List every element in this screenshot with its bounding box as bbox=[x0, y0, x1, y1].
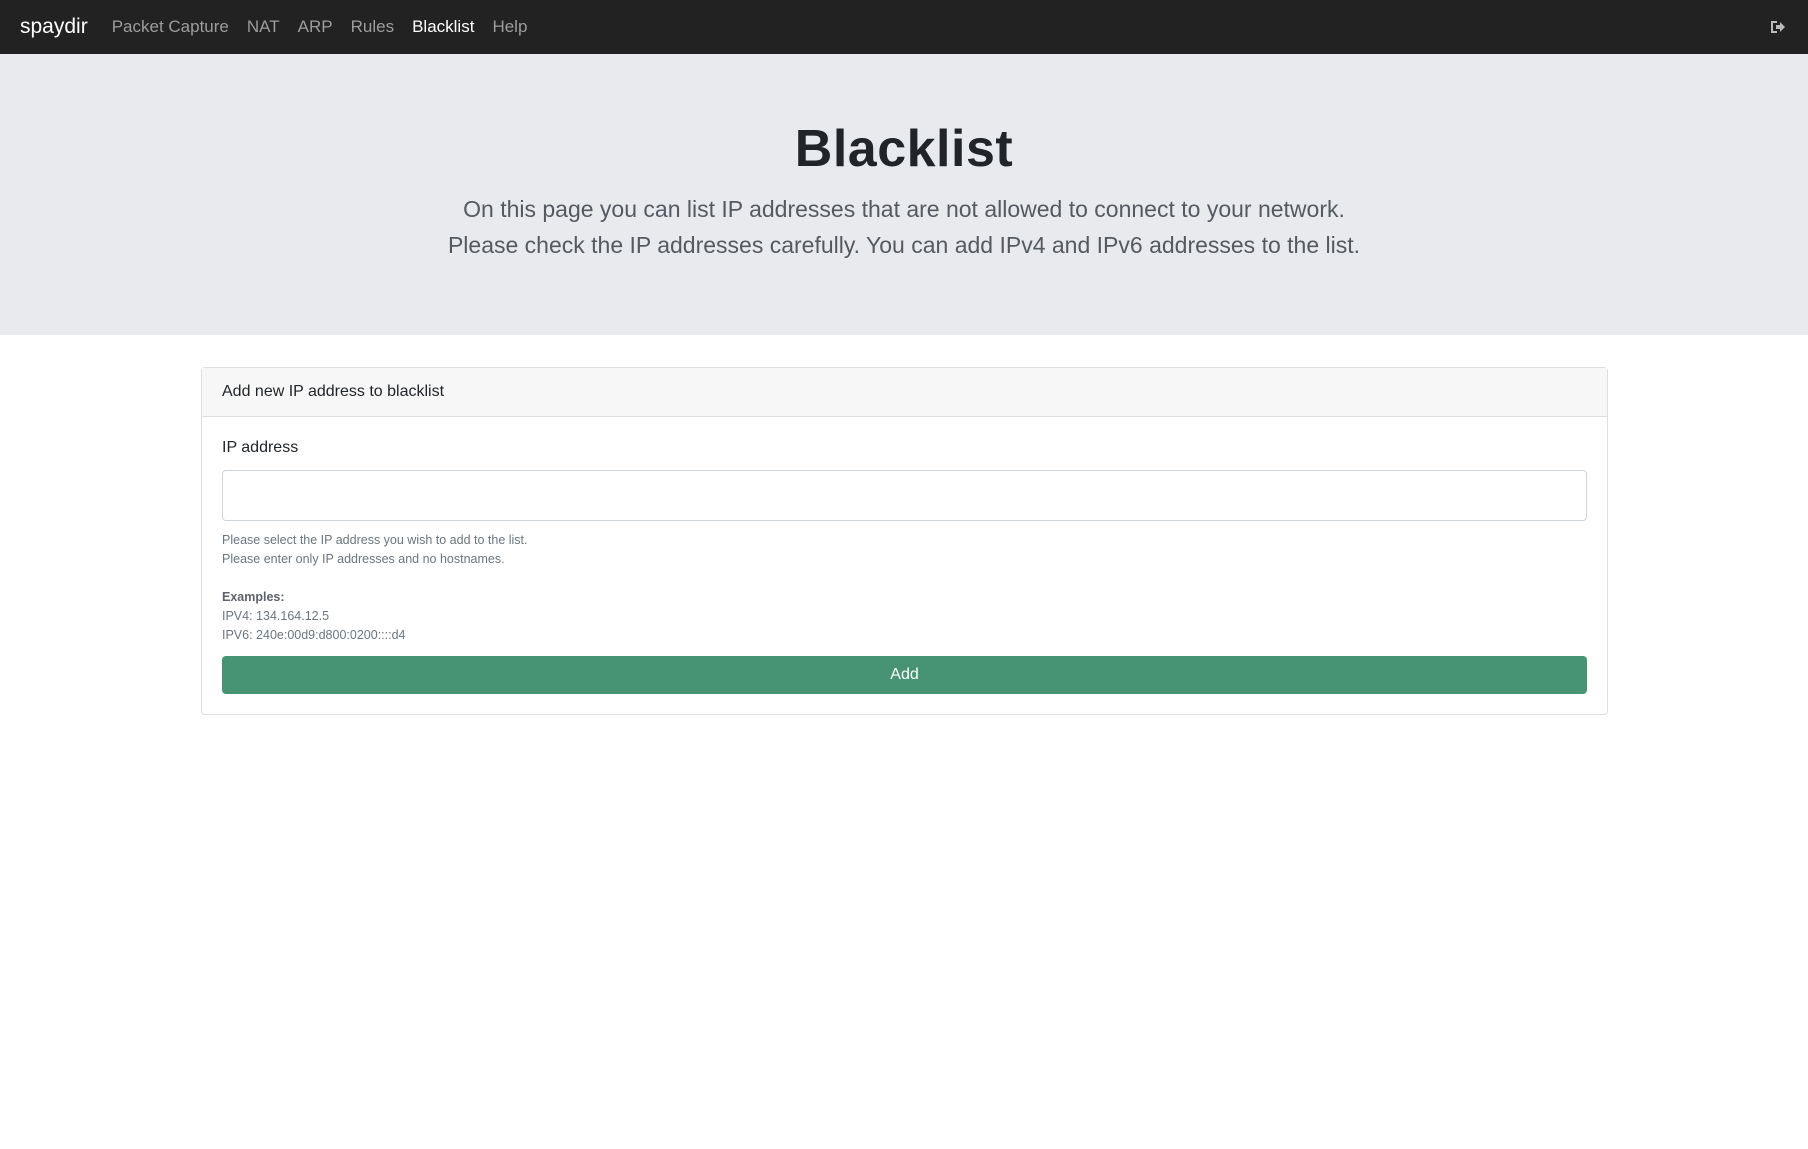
example-ipv6: IPV6: 240e:00d9:d800:0200::::d4 bbox=[222, 628, 406, 642]
examples-title: Examples: bbox=[222, 590, 285, 604]
nav-link-help[interactable]: Help bbox=[492, 17, 527, 37]
nav-link-rules[interactable]: Rules bbox=[351, 17, 394, 37]
nav-link-nat[interactable]: NAT bbox=[247, 17, 280, 37]
page-title: Blacklist bbox=[794, 120, 1014, 178]
help-line-select: Please select the IP address you wish to… bbox=[222, 533, 528, 547]
nav-link-arp[interactable]: ARP bbox=[298, 17, 333, 37]
help-line-no-hostnames: Please enter only IP addresses and no ho… bbox=[222, 552, 505, 566]
add-ip-card: Add new IP address to blacklist IP addre… bbox=[201, 367, 1608, 715]
ip-address-input[interactable] bbox=[222, 470, 1587, 521]
nav-link-packet-capture[interactable]: Packet Capture bbox=[112, 17, 229, 37]
card-header: Add new IP address to blacklist bbox=[202, 368, 1607, 417]
hero-description-line2: Please check the IP addresses carefully.… bbox=[447, 232, 1361, 258]
sign-out-icon[interactable] bbox=[1768, 17, 1788, 37]
hero-description-line1: On this page you can list IP addresses t… bbox=[463, 196, 1345, 222]
card-body: IP address Please select the IP address … bbox=[202, 417, 1607, 714]
example-ipv4: IPV4: 134.164.12.5 bbox=[222, 609, 330, 623]
ip-address-label: IP address bbox=[222, 439, 299, 456]
brand-link[interactable]: spaydir bbox=[20, 15, 88, 39]
add-button[interactable]: Add bbox=[222, 656, 1587, 694]
top-navbar: spaydir Packet Capture NAT ARP Rules Bla… bbox=[0, 0, 1808, 54]
help-text: Please select the IP address you wish to… bbox=[222, 531, 1587, 569]
examples-block: Examples: IPV4: 134.164.12.5 IPV6: 240e:… bbox=[222, 588, 1587, 645]
hero-jumbotron: Blacklist On this page you can list IP a… bbox=[0, 54, 1808, 335]
nav-link-blacklist[interactable]: Blacklist bbox=[412, 17, 474, 37]
nav-links: Packet Capture NAT ARP Rules Blacklist H… bbox=[112, 17, 1768, 37]
